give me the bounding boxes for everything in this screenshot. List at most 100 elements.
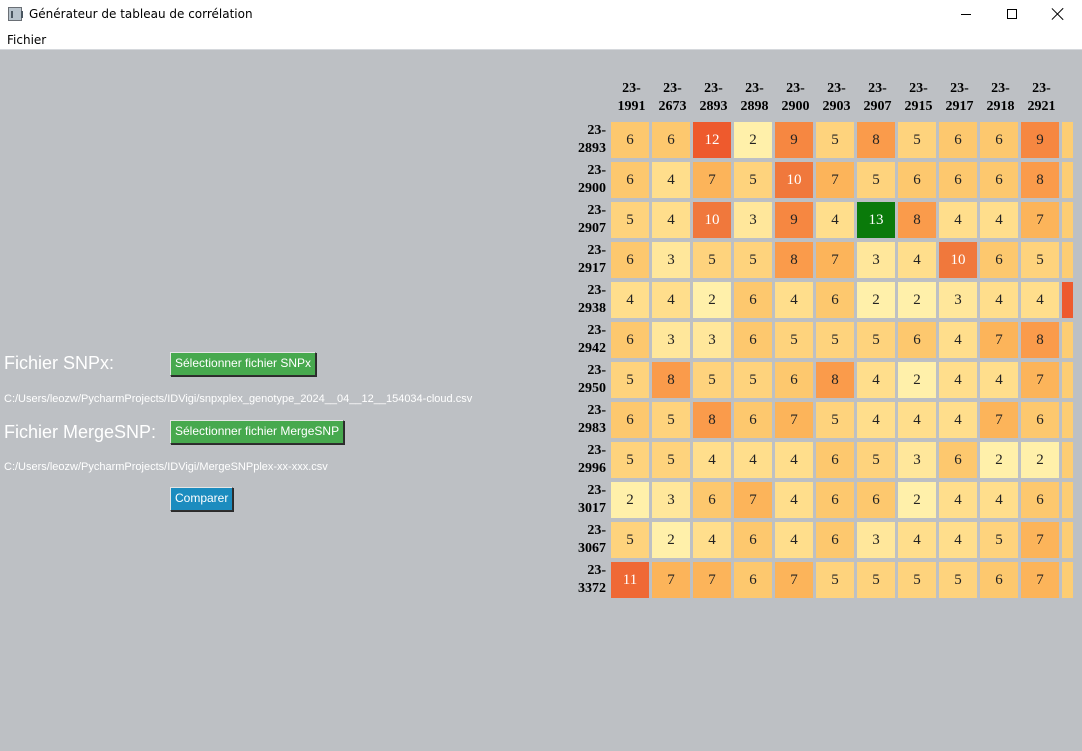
- minimize-icon: [961, 14, 971, 15]
- heatmap-cell: 3: [652, 482, 690, 518]
- heatmap-cell: 10: [693, 202, 731, 238]
- heatmap-cell: 6: [898, 162, 936, 198]
- heatmap-cell: 5: [611, 362, 649, 398]
- heatmap-cell: 4: [898, 242, 936, 278]
- heatmap-cell: 6: [939, 122, 977, 158]
- close-button[interactable]: [1035, 0, 1081, 30]
- heatmap-cell: 5: [857, 442, 895, 478]
- heatmap-cell: 6: [939, 162, 977, 198]
- heatmap-cell-partial: [1062, 562, 1073, 598]
- heatmap-cell: 3: [734, 202, 772, 238]
- mergesnp-file-path: C:/Users/leozw/PycharmProjects/IDVigi/Me…: [4, 461, 328, 473]
- window-title: Générateur de tableau de corrélation: [29, 7, 253, 21]
- heatmap-cell: 7: [1021, 362, 1059, 398]
- heatmap-cell: 4: [775, 482, 813, 518]
- heatmap-cell: 2: [898, 282, 936, 318]
- heatmap-cell: 5: [652, 402, 690, 438]
- heatmap-cell: 8: [652, 362, 690, 398]
- heatmap-cell: 4: [898, 402, 936, 438]
- column-header: 23- 2903: [822, 81, 851, 114]
- heatmap-cell: 7: [816, 242, 854, 278]
- column-header: 23- 2673: [658, 81, 687, 114]
- heatmap-cell: 2: [898, 482, 936, 518]
- heatmap-cell: 5: [611, 522, 649, 558]
- heatmap-cell: 4: [857, 402, 895, 438]
- heatmap-cell-partial: [1062, 282, 1073, 318]
- heatmap-cell: 6: [693, 482, 731, 518]
- row-header: 23- 2900: [578, 163, 606, 196]
- heatmap-cell: 5: [857, 322, 895, 358]
- heatmap-cell: 7: [1021, 202, 1059, 238]
- heatmap-cell: 5: [816, 402, 854, 438]
- heatmap-cell: 4: [980, 202, 1018, 238]
- heatmap-cell: 8: [816, 362, 854, 398]
- heatmap-cell: 6: [816, 522, 854, 558]
- heatmap-cell: 6: [611, 162, 649, 198]
- heatmap-cell: 2: [652, 522, 690, 558]
- heatmap-cell: 4: [775, 442, 813, 478]
- column-header: 23- 2921: [1027, 81, 1056, 114]
- heatmap-cell: 6: [816, 442, 854, 478]
- heatmap-cell: 8: [1021, 162, 1059, 198]
- heatmap-cell: 8: [693, 402, 731, 438]
- heatmap-cell-partial: [1062, 402, 1073, 438]
- column-header: 23- 2893: [699, 81, 728, 114]
- heatmap-cell: 7: [1021, 562, 1059, 598]
- heatmap-cell: 6: [652, 122, 690, 158]
- row-header: 23- 3372: [578, 563, 606, 596]
- heatmap-cell: 7: [980, 322, 1018, 358]
- mergesnp-file-label: Fichier MergeSNP:: [4, 422, 157, 442]
- heatmap-cell: 4: [980, 282, 1018, 318]
- heatmap-cell: 7: [1021, 522, 1059, 558]
- heatmap-cell: 9: [775, 122, 813, 158]
- heatmap-cell: 4: [939, 362, 977, 398]
- heatmap-cell: 2: [1021, 442, 1059, 478]
- heatmap-cell: 4: [652, 202, 690, 238]
- heatmap-cell: 4: [980, 482, 1018, 518]
- heatmap-cell: 5: [816, 562, 854, 598]
- heatmap-cell: 5: [939, 562, 977, 598]
- heatmap-cell: 2: [898, 362, 936, 398]
- heatmap-cell-partial: [1062, 162, 1073, 198]
- row-header: 23- 2983: [578, 403, 606, 436]
- heatmap-cell: 5: [857, 562, 895, 598]
- row-header: 23- 2950: [578, 363, 606, 396]
- snpx-file-path: C:/Users/leozw/PycharmProjects/IDVigi/sn…: [4, 393, 473, 405]
- heatmap-cell: 5: [1021, 242, 1059, 278]
- heatmap-cell: 3: [898, 442, 936, 478]
- heatmap-cell: 3: [939, 282, 977, 318]
- select-mergesnp-button[interactable]: Sélectionner fichier MergeSNP: [170, 420, 345, 444]
- heatmap-cell: 4: [1021, 282, 1059, 318]
- heatmap-cell: 6: [611, 322, 649, 358]
- select-snpx-button[interactable]: Sélectionner fichier SNPx: [170, 352, 317, 376]
- row-header: 23- 2938: [578, 283, 606, 316]
- heatmap-cell: 6: [980, 122, 1018, 158]
- menu-fichier[interactable]: Fichier: [7, 33, 46, 47]
- minimize-button[interactable]: [943, 0, 989, 30]
- row-header: 23- 2907: [578, 203, 606, 236]
- heatmap-cell: 4: [775, 282, 813, 318]
- heatmap-cell: 5: [734, 362, 772, 398]
- heatmap-cell: 2: [611, 482, 649, 518]
- heatmap-cell: 3: [693, 322, 731, 358]
- row-header: 23- 2942: [578, 323, 606, 356]
- heatmap-cell: 4: [652, 282, 690, 318]
- heatmap-cell: 5: [734, 242, 772, 278]
- heatmap-cell: 6: [611, 122, 649, 158]
- close-icon: [1052, 8, 1064, 20]
- compare-button[interactable]: Comparer: [170, 487, 234, 511]
- heatmap-cell: 4: [652, 162, 690, 198]
- heatmap-cell-partial: [1062, 362, 1073, 398]
- heatmap-cell: 5: [734, 162, 772, 198]
- heatmap-cell: 4: [693, 522, 731, 558]
- heatmap-cell: 5: [980, 522, 1018, 558]
- heatmap-cell: 3: [857, 522, 895, 558]
- heatmap-cell: 7: [693, 162, 731, 198]
- heatmap-cell: 5: [652, 442, 690, 478]
- heatmap-cell: 5: [898, 122, 936, 158]
- column-header: 23- 2907: [863, 81, 892, 114]
- heatmap-cell: 4: [857, 362, 895, 398]
- maximize-button[interactable]: [989, 0, 1035, 30]
- heatmap-cell: 8: [857, 122, 895, 158]
- heatmap-cell: 4: [939, 522, 977, 558]
